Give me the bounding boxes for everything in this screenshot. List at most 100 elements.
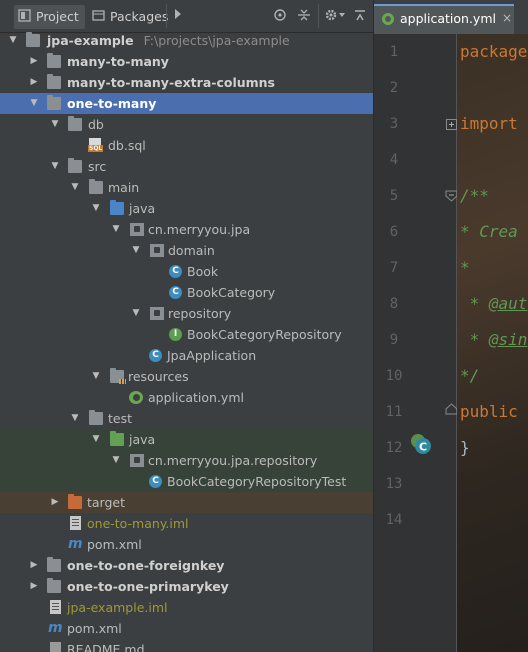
hide-panel-icon[interactable] [352,8,368,24]
code-line-7: * Crea [460,222,518,241]
javadoc-tag: @aut [488,294,528,313]
tree-item-label: README.md [67,642,145,652]
tree-item-many-to-many[interactable]: many-to-many [0,51,373,72]
spring-bean-run-icon[interactable]: C [409,432,431,454]
tree-item-application-yml[interactable]: application.yml [0,387,373,408]
tree-item-repository[interactable]: repository [0,303,373,324]
maven-icon: m [68,536,83,552]
code-editor: application.yml × 1 2 3 4 5 6 7 8 9 10 1… [374,0,528,652]
fold-expand-icon[interactable] [446,119,457,130]
tree-item-db[interactable]: db [0,114,373,135]
tree-item-one-to-many-iml[interactable]: one-to-many.iml [0,513,373,534]
tree-item-label: one-to-one-foreignkey [67,558,225,573]
tree-item-db-sql[interactable]: db.sql [0,135,373,156]
tree-item-book-category[interactable]: C BookCategory [0,282,373,303]
tree-item-label: repository [168,306,232,321]
excluded-folder-icon [68,494,82,509]
tree-item-root-pom-xml[interactable]: m pom.xml [0,618,373,639]
tree-item-label: cn.merryyou.jpa [148,222,251,237]
interface-icon: I [169,328,182,341]
tree-item-many-to-many-extra-columns[interactable]: many-to-many-extra-columns [0,72,373,93]
tree-item-one-to-one-foreignkey[interactable]: one-to-one-foreignkey [0,555,373,576]
code-line-9: * @aut [460,294,528,313]
expand-arrow-icon[interactable] [50,114,60,135]
tree-item-book[interactable]: C Book [0,261,373,282]
expand-arrow-icon[interactable] [29,93,39,114]
line-number: 1 [389,44,399,60]
collapse-arrow-icon[interactable] [29,576,39,597]
tree-item-resources[interactable]: resources [0,366,373,387]
tree-item-java[interactable]: java [0,198,373,219]
expand-arrow-icon[interactable] [91,429,101,450]
toolbar-divider-2 [318,4,319,28]
collapse-arrow-icon[interactable] [50,492,60,513]
line-number: 14 [385,512,403,528]
collapse-all-icon[interactable] [296,8,312,24]
tree-item-one-to-many[interactable]: one-to-many [0,93,373,114]
code-line-10: * @sin [460,330,528,349]
module-folder-icon [26,32,40,47]
tree-item-test[interactable]: test [0,408,373,429]
resources-folder-icon [110,368,126,384]
expand-arrow-icon[interactable] [70,177,80,198]
folder-icon [68,116,82,131]
tree-item-label: one-to-one-primarykey [67,579,229,594]
tree-item-label: pom.xml [87,537,142,552]
tree-item-readme-md[interactable]: README.md [0,639,373,652]
tree-item-label: db.sql [108,138,146,153]
tree-item-module-pom-xml[interactable]: m pom.xml [0,534,373,555]
tree-item-jpa-example[interactable]: jpa-example F:\projects\jpa-example [0,30,373,51]
tree-item-domain[interactable]: domain [0,240,373,261]
line-number: 13 [385,476,403,492]
tree-item-label: many-to-many-extra-columns [67,75,275,90]
class-icon: C [169,265,182,278]
line-number: 4 [389,152,399,168]
folder-icon [89,410,103,425]
settings-gear-icon[interactable] [323,8,347,24]
code-line-8: * [460,258,470,277]
markdown-file-icon [50,642,61,652]
tree-item-src[interactable]: src [0,156,373,177]
expand-arrow-icon[interactable] [131,303,141,324]
project-tool-window: Project Packages jpa-exampleF:\ [0,0,373,652]
code-area[interactable]: package import /** * Crea * * @aut * @si… [457,34,528,652]
line-number: 9 [389,332,399,348]
collapse-arrow-icon[interactable] [29,555,39,576]
tab-project[interactable]: Project [14,5,85,29]
package-icon [150,244,164,257]
tree-item-label: domain [168,243,215,258]
tree-item-target[interactable]: target [0,492,373,513]
tree-item-book-category-repository[interactable]: I BookCategoryRepository [0,324,373,345]
project-toolbar: Project Packages [0,0,373,33]
tree-item-jpa-application[interactable]: C JpaApplication [0,345,373,366]
collapse-arrow-icon[interactable] [29,51,39,72]
tree-item-package-cn-merryyou-jpa[interactable]: cn.merryyou.jpa [0,219,373,240]
tree-item-label: jpa-example [47,33,134,48]
tree-item-one-to-one-primarykey[interactable]: one-to-one-primarykey [0,576,373,597]
tree-item-jpa-example-iml[interactable]: jpa-example.iml [0,597,373,618]
locate-target-icon[interactable] [272,8,288,24]
tree-item-package-test-repository[interactable]: cn.merryyou.jpa.repository [0,450,373,471]
tree-item-book-category-repository-test[interactable]: C BookCategoryRepositoryTest [0,471,373,492]
expand-arrow-icon[interactable] [8,30,18,51]
expand-arrow-icon[interactable] [50,156,60,177]
tree-item-test-java[interactable]: java [0,429,373,450]
expand-arrow-icon[interactable] [111,450,121,471]
expand-arrow-icon[interactable] [131,240,141,261]
editor-tab-application-yml[interactable]: application.yml × [374,4,514,34]
tab-packages[interactable]: Packages [88,5,174,29]
expand-arrow-icon[interactable] [70,408,80,429]
tree-item-main[interactable]: main [0,177,373,198]
collapse-arrow-icon[interactable] [29,72,39,93]
expand-arrow-icon[interactable] [91,198,101,219]
expand-arrow-icon[interactable] [91,366,101,387]
javadoc-tag: @sin [488,330,528,349]
play-arrow-icon[interactable] [170,8,186,24]
module-folder-icon [47,578,61,593]
line-number: 11 [385,404,403,420]
line-number: 10 [385,368,403,384]
close-icon[interactable]: × [502,11,512,25]
svg-text:C: C [419,441,427,454]
expand-arrow-icon[interactable] [111,219,121,240]
line-number: 3 [389,116,399,132]
